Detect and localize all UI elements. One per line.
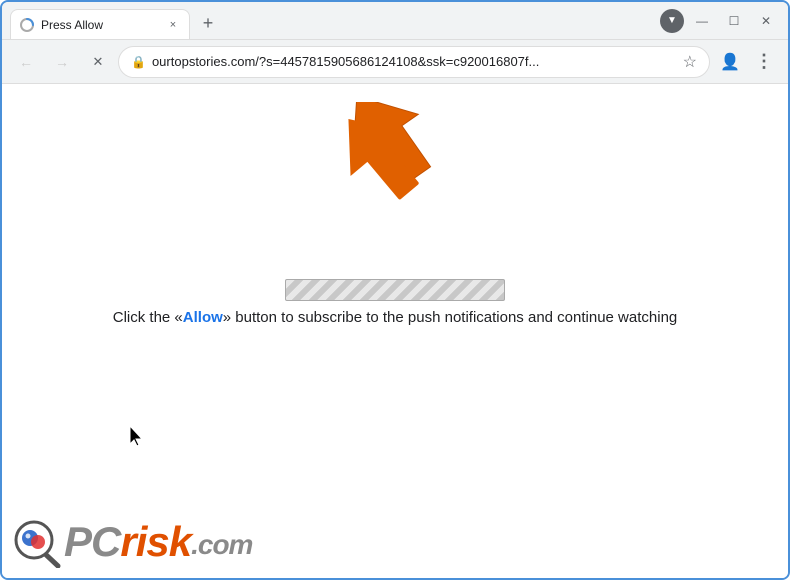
tab-area: Press Allow × + bbox=[2, 2, 660, 39]
pcrisk-logo: PCrisk.com bbox=[12, 516, 252, 568]
lock-icon: 🔒 bbox=[131, 55, 146, 69]
dotcom-text: .com bbox=[191, 529, 252, 560]
reload-button[interactable]: ✕ bbox=[82, 46, 114, 78]
pcrisk-logo-icon bbox=[12, 516, 64, 568]
menu-button[interactable]: ⋮ bbox=[748, 46, 780, 78]
tab-favicon bbox=[19, 17, 35, 33]
pointing-arrow-svg bbox=[332, 100, 442, 230]
bookmark-star-icon[interactable]: ☆ bbox=[683, 52, 697, 72]
tab-close-button[interactable]: × bbox=[165, 17, 181, 33]
toolbar-buttons: 👤 ⋮ bbox=[714, 46, 780, 78]
window-controls: — ☐ ✕ bbox=[688, 7, 788, 35]
omnibox[interactable]: 🔒 ourtopstories.com/?s=44578159056861241… bbox=[118, 46, 710, 78]
tab-strip-dropdown[interactable]: ▼ bbox=[660, 9, 684, 33]
main-text-after: » button to subscribe to the push notifi… bbox=[223, 309, 677, 326]
close-button[interactable]: ✕ bbox=[752, 7, 780, 35]
loading-bar bbox=[285, 279, 505, 301]
allow-word: Allow bbox=[183, 309, 223, 326]
page-content: Click the «Allow» button to subscribe to… bbox=[2, 84, 788, 578]
pc-text: PC bbox=[64, 518, 120, 565]
address-bar: ← → ✕ 🔒 ourtopstories.com/?s=44578159056… bbox=[2, 40, 788, 84]
title-bar: Press Allow × + ▼ — ☐ ✕ bbox=[2, 2, 788, 40]
minimize-button[interactable]: — bbox=[688, 7, 716, 35]
loading-bar-container bbox=[285, 279, 505, 301]
pcrisk-text-label: PCrisk.com bbox=[64, 518, 252, 566]
active-tab[interactable]: Press Allow × bbox=[10, 9, 190, 39]
forward-button[interactable]: → bbox=[46, 46, 78, 78]
new-tab-button[interactable]: + bbox=[194, 9, 222, 37]
maximize-button[interactable]: ☐ bbox=[720, 7, 748, 35]
risk-text: risk bbox=[120, 518, 191, 565]
browser-window: Press Allow × + ▼ — ☐ ✕ ← → ✕ 🔒 ourtopst… bbox=[0, 0, 790, 580]
arrow-indicator bbox=[332, 100, 442, 235]
back-button[interactable]: ← bbox=[10, 46, 42, 78]
mouse-cursor bbox=[130, 426, 142, 444]
tab-title: Press Allow bbox=[41, 18, 159, 32]
main-text-before: Click the « bbox=[113, 309, 183, 326]
main-message: Click the «Allow» button to subscribe to… bbox=[2, 309, 788, 326]
profile-button[interactable]: 👤 bbox=[714, 46, 746, 78]
url-display: ourtopstories.com/?s=4457815905686124108… bbox=[152, 54, 677, 69]
